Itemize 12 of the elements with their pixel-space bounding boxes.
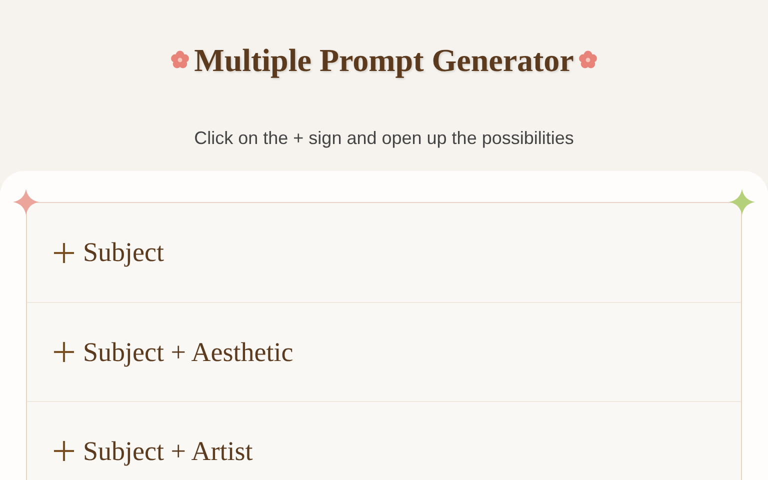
flower-icon [578,50,598,70]
sparkle-icon [729,189,755,215]
accordion-item[interactable]: Subject [27,203,741,302]
plus-icon [53,341,75,363]
subtitle: Click on the + sign and open up the possibilities [194,127,574,150]
flower-icon [170,50,190,70]
plus-icon [53,242,75,264]
accordion-item[interactable]: Subject + Aesthetic [27,302,741,401]
sparkle-icon [13,189,39,215]
plus-icon [53,440,75,462]
page-title: Multiple Prompt Generator [194,41,574,80]
accordion-item[interactable]: Subject + Artist [27,401,741,480]
